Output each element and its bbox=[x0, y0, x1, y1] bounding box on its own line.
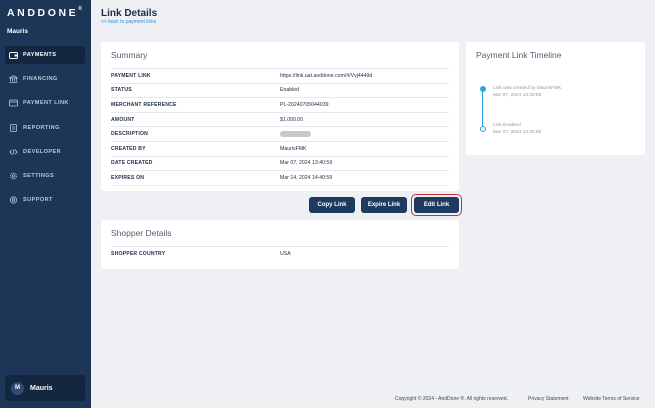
row-date-created: DATE CREATED Mar 07, 2024 13:40:59 bbox=[111, 157, 449, 172]
account-menu[interactable]: M Mauris bbox=[5, 375, 85, 401]
row-merchant-reference: MERCHANT REFERENCE PL-20240705044039 bbox=[111, 98, 449, 113]
row-key: STATUS bbox=[111, 87, 132, 94]
support-icon bbox=[9, 196, 18, 204]
row-key: EXPIRES ON bbox=[111, 174, 145, 181]
sidebar-item-settings[interactable]: SETTINGS bbox=[5, 167, 85, 185]
sidebar-item-reporting[interactable]: REPORTING bbox=[5, 119, 85, 137]
sidebar-item-label: PAYMENT LINK bbox=[23, 100, 69, 107]
edit-link-highlight bbox=[411, 194, 462, 216]
row-key: AMOUNT bbox=[111, 116, 135, 123]
copy-link-button[interactable]: Copy Link bbox=[309, 197, 355, 213]
logo-registered-mark: ® bbox=[78, 6, 82, 12]
shopper-details-title: Shopper Details bbox=[111, 228, 172, 238]
account-name: Mauris bbox=[30, 384, 53, 392]
bank-icon bbox=[9, 75, 18, 83]
code-icon bbox=[9, 148, 18, 156]
timeline-event-text: Link was created by MaurisFMK bbox=[493, 86, 562, 91]
row-payment-link: PAYMENT LINK https://link.uat.anddone.co… bbox=[111, 69, 449, 84]
report-icon bbox=[9, 123, 18, 132]
row-created-by: CREATED BY MaurisFMK bbox=[111, 142, 449, 157]
timeline-event: Link Enabled Mar 07, 2024 13:40:59 bbox=[493, 122, 541, 136]
privacy-statement-link[interactable]: Privacy Statement bbox=[528, 396, 569, 402]
row-key: PAYMENT LINK bbox=[111, 72, 151, 79]
row-key: DESCRIPTION bbox=[111, 131, 149, 138]
sidebar-item-label: FINANCING bbox=[23, 76, 58, 83]
timeline-dot bbox=[479, 126, 486, 132]
payment-link-timeline-card: Payment Link Timeline Link was created b… bbox=[466, 42, 645, 155]
terms-of-service-link[interactable]: Website Terms of Service bbox=[583, 396, 640, 402]
footer-copyright: Copyright © 2024 - AndDone ®. All rights… bbox=[395, 396, 508, 402]
row-amount: AMOUNT $1,000.00 bbox=[111, 113, 449, 128]
sidebar: ANDDONE® Mauris PAYMENTS FINANCING PAYME… bbox=[0, 0, 91, 408]
sidebar-item-label: DEVELOPER bbox=[23, 148, 62, 155]
sidebar-item-label: REPORTING bbox=[23, 124, 60, 131]
sidebar-item-label: SUPPORT bbox=[23, 197, 53, 204]
logo-text: ANDDONE bbox=[7, 7, 79, 19]
created-by-value: MaurisFMK bbox=[280, 145, 307, 152]
page-title: Link Details bbox=[101, 8, 158, 19]
summary-title: Summary bbox=[111, 50, 148, 60]
sidebar-user-name: Mauris bbox=[7, 28, 28, 35]
sidebar-item-payment-link[interactable]: PAYMENT LINK bbox=[5, 94, 85, 112]
sidebar-item-developer[interactable]: DEVELOPER bbox=[5, 143, 85, 161]
timeline-event: Link was created by MaurisFMK Mar 07, 20… bbox=[493, 85, 561, 99]
summary-card: Summary PAYMENT LINK https://link.uat.an… bbox=[101, 42, 459, 191]
shopper-country-value: USA bbox=[280, 251, 291, 258]
timeline-line bbox=[482, 88, 483, 130]
expires-on-value: Mar 14, 2024 14:40:59 bbox=[280, 174, 333, 181]
avatar: M bbox=[11, 381, 24, 395]
date-created-value: Mar 07, 2024 13:40:59 bbox=[280, 160, 333, 167]
timeline-dot bbox=[479, 86, 486, 92]
merchant-reference-value: PL-20240705044039 bbox=[280, 101, 329, 108]
link-card-icon bbox=[9, 99, 18, 107]
status-value: Enabled bbox=[280, 87, 300, 94]
row-key: MERCHANT REFERENCE bbox=[111, 101, 177, 108]
row-key: SHOPPER COUNTRY bbox=[111, 251, 166, 258]
sidebar-item-financing[interactable]: FINANCING bbox=[5, 70, 85, 88]
payment-link-value: https://link.uat.anddone.com/#/Vvj4449d bbox=[280, 72, 373, 79]
row-status: STATUS Enabled bbox=[111, 84, 449, 99]
sidebar-item-support[interactable]: SUPPORT bbox=[5, 191, 85, 209]
sidebar-nav: PAYMENTS FINANCING PAYMENT LINK REPORTIN… bbox=[5, 46, 85, 215]
amount-value: $1,000.00 bbox=[280, 116, 304, 123]
row-description: DESCRIPTION bbox=[111, 127, 449, 142]
back-to-payment-links-link[interactable]: << back to payment links bbox=[101, 19, 156, 25]
shopper-details-card: Shopper Details SHOPPER COUNTRY USA bbox=[101, 220, 459, 269]
anddone-logo[interactable]: ANDDONE® bbox=[7, 6, 82, 19]
description-redacted-value bbox=[280, 131, 311, 138]
row-key: CREATED BY bbox=[111, 145, 146, 152]
gear-icon bbox=[9, 172, 18, 180]
row-shopper-country: SHOPPER COUNTRY USA bbox=[111, 247, 449, 262]
timeline-event-text: Link Enabled bbox=[493, 123, 521, 128]
timeline-event-time: Mar 07, 2024 13:40:59 bbox=[493, 93, 542, 98]
expire-link-button[interactable]: Expire Link bbox=[361, 197, 407, 213]
timeline-event-time: Mar 07, 2024 13:40:59 bbox=[493, 130, 542, 135]
row-expires-on: EXPIRES ON Mar 14, 2024 14:40:59 bbox=[111, 171, 449, 186]
sidebar-item-label: SETTINGS bbox=[23, 172, 55, 179]
wallet-icon bbox=[9, 51, 18, 59]
timeline-title: Payment Link Timeline bbox=[476, 50, 562, 60]
row-key: DATE CREATED bbox=[111, 160, 153, 167]
sidebar-item-label: PAYMENTS bbox=[23, 52, 57, 58]
sidebar-item-payments[interactable]: PAYMENTS bbox=[5, 46, 85, 64]
